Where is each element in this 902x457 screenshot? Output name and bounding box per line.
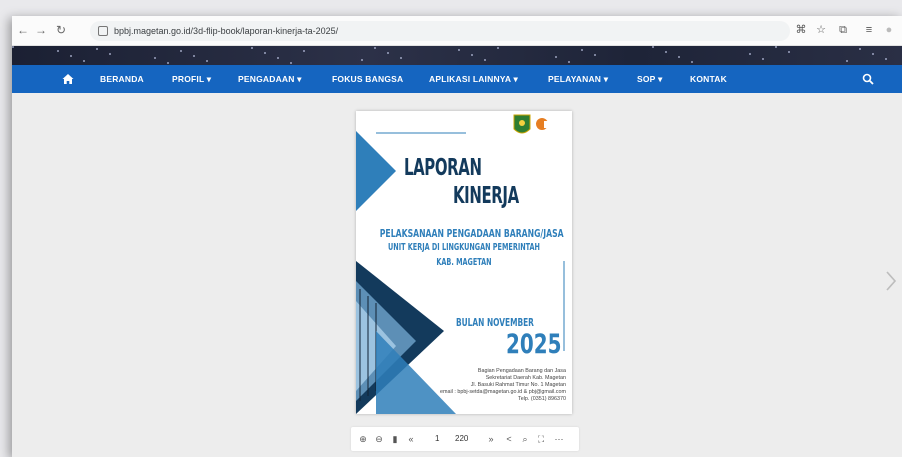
bookmark-icon[interactable]: ▮: [389, 433, 401, 445]
banner-star: [788, 51, 790, 53]
cover-month: BULAN NOVEMBER: [456, 316, 534, 329]
forward-icon[interactable]: →: [34, 23, 48, 37]
banner-star: [678, 56, 680, 58]
zoom-in-icon[interactable]: ⊕: [357, 433, 369, 445]
next-page-icon[interactable]: [884, 270, 898, 292]
banner-star: [83, 60, 85, 62]
cover-subtitle-line3: KAB. MAGETAN: [436, 257, 492, 268]
nav-item-aplikasi-lainnya[interactable]: APLIKASI LAINNYA ▾: [429, 65, 518, 93]
banner-star: [568, 61, 570, 63]
banner-star: [96, 48, 98, 50]
banner-star: [70, 55, 72, 57]
banner-star: [665, 51, 667, 53]
flipbook-toolbar: ⊕ ⊖ ▮ « 1 220 » < ⌕ ⛶ ⋯: [351, 427, 579, 451]
banner-star: [872, 53, 874, 55]
browser-window: ← → ↻ bpbj.magetan.go.id/3d-flip-book/la…: [12, 16, 902, 457]
site-settings-icon[interactable]: [98, 26, 108, 36]
cover-subtitle-line2: UNIT KERJA DI LINGKUNGAN PEMERINTAH: [388, 242, 540, 253]
nav-item-profil[interactable]: PROFIL ▾: [172, 65, 211, 93]
reading-list-icon[interactable]: ≡: [862, 23, 876, 37]
banner-star: [400, 57, 402, 59]
nav-item-pelayanan[interactable]: PELAYANAN ▾: [548, 65, 608, 93]
search-icon[interactable]: ⌕: [519, 433, 531, 445]
zoom-out-icon[interactable]: ⊖: [373, 433, 385, 445]
cover-title-line1: LAPORAN: [404, 155, 482, 181]
nav-item-beranda[interactable]: BERANDA: [100, 65, 144, 93]
extensions-icon[interactable]: ⧉: [836, 23, 850, 37]
banner-star: [749, 53, 751, 55]
ukpbj-logo-icon: [536, 118, 566, 130]
banner-star: [471, 54, 473, 56]
banner-star: [361, 59, 363, 61]
address-line: Sekretariat Daerah Kab. Magetan: [485, 375, 566, 381]
search-icon[interactable]: [862, 73, 874, 85]
banner-star: [859, 48, 861, 50]
address-line: email : bpbj-setda@magetan.go.id & pbj@g…: [439, 389, 566, 395]
banner-star: [109, 53, 111, 55]
nav-item-pengadaan[interactable]: PENGADAAN ▾: [238, 65, 302, 93]
total-pages: 220: [455, 434, 469, 443]
browser-toolbar: ← → ↻ bpbj.magetan.go.id/3d-flip-book/la…: [12, 16, 902, 46]
banner-star: [290, 62, 292, 64]
banner-star: [206, 60, 208, 62]
banner-star: [303, 50, 305, 52]
header-banner: [12, 46, 902, 65]
nav-item-fokus-bangsa[interactable]: FOKUS BANGSA: [332, 65, 403, 93]
banner-star: [57, 50, 59, 52]
current-page-field[interactable]: 1: [435, 433, 439, 445]
cover-title-line2: KINERJA: [453, 183, 519, 209]
banner-star: [251, 47, 253, 49]
banner-star: [387, 52, 389, 54]
fullscreen-icon[interactable]: ⛶: [535, 433, 547, 445]
more-icon[interactable]: ⋯: [553, 433, 565, 445]
translate-icon[interactable]: ⌘: [794, 23, 808, 37]
banner-star: [12, 46, 14, 48]
nav-item-sop[interactable]: SOP ▾: [637, 65, 662, 93]
banner-star: [885, 58, 887, 60]
banner-star: [775, 46, 777, 48]
banner-star: [846, 60, 848, 62]
home-icon[interactable]: [62, 73, 74, 85]
banner-star: [555, 56, 557, 58]
banner-star: [458, 49, 460, 51]
last-page-icon[interactable]: »: [485, 433, 497, 445]
banner-star: [154, 57, 156, 59]
banner-star: [484, 59, 486, 61]
banner-star: [652, 46, 654, 48]
banner-star: [762, 58, 764, 60]
banner-star: [691, 61, 693, 63]
address-line: Bagian Pengadaan Barang dan Jasa: [477, 368, 566, 374]
cover-subtitle-line1: PELAKSANAAN PENGADAAN BARANG/JASA: [379, 227, 564, 240]
back-icon[interactable]: ←: [16, 23, 30, 37]
banner-star: [264, 52, 266, 54]
address-line: Telp. (0351) 896370: [518, 396, 566, 402]
address-bar[interactable]: bpbj.magetan.go.id/3d-flip-book/laporan-…: [90, 21, 790, 41]
flipbook-page[interactable]: LAPORAN KINERJA PELAKSANAAN PENGADAAN BA…: [356, 111, 572, 414]
banner-star: [581, 49, 583, 51]
banner-star: [277, 57, 279, 59]
magetan-crest-icon: [513, 114, 531, 134]
banner-star: [594, 54, 596, 56]
url-text: bpbj.magetan.go.id/3d-flip-book/laporan-…: [114, 26, 339, 36]
share-icon[interactable]: <: [503, 433, 515, 445]
bookmark-star-icon[interactable]: ☆: [814, 23, 828, 37]
address-line: Jl. Basuki Rahmat Timur No. 1 Magetan: [470, 382, 566, 388]
reload-icon[interactable]: ↻: [54, 23, 68, 37]
nav-item-kontak[interactable]: KONTAK: [690, 65, 727, 93]
main-navbar: BERANDA PROFIL ▾ PENGADAAN ▾ FOKUS BANGS…: [12, 65, 902, 93]
banner-star: [497, 47, 499, 49]
cover-year: 2025: [506, 329, 562, 360]
banner-star: [180, 50, 182, 52]
banner-star: [193, 55, 195, 57]
first-page-icon[interactable]: «: [405, 433, 417, 445]
banner-star: [167, 62, 169, 64]
banner-star: [374, 47, 376, 49]
profile-icon[interactable]: ●: [882, 23, 896, 37]
